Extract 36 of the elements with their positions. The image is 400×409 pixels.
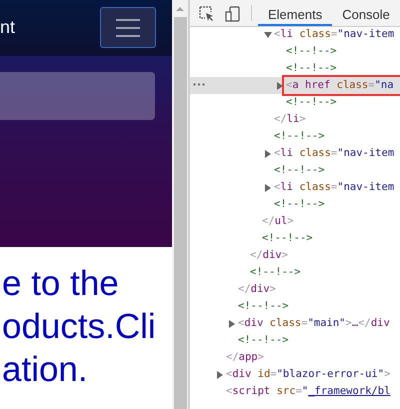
- device-icon[interactable]: [225, 6, 241, 22]
- collapsed-arrow-icon[interactable]: [264, 184, 272, 192]
- dom-comment[interactable]: <!--!-->: [236, 332, 291, 349]
- collapsed-arrow-icon[interactable]: [228, 320, 236, 328]
- brand-text[interactable]: nt: [0, 16, 16, 38]
- dom-comment[interactable]: <!--!-->: [236, 298, 291, 315]
- dom-node[interactable]: </div>: [248, 247, 290, 264]
- collapsed-arrow-icon[interactable]: [216, 370, 224, 379]
- welcome-text: e to the oducts.Cli ation.: [1, 263, 156, 391]
- dom-node[interactable]: </div>: [236, 281, 278, 298]
- menu-toggle-button[interactable]: [100, 7, 156, 48]
- dom-node[interactable]: <li class="nav-item: [272, 145, 396, 162]
- dom-node[interactable]: </ul>: [260, 213, 296, 230]
- dom-comment[interactable]: <!--!-->: [248, 264, 303, 281]
- dom-node[interactable]: <li class="nav-item: [272, 26, 396, 43]
- inspect-icon[interactable]: [199, 6, 215, 22]
- dom-node[interactable]: <li class="nav-item: [272, 179, 396, 196]
- devtools-tab[interactable]: Console: [332, 0, 400, 26]
- dom-comment[interactable]: <!--!-->: [284, 94, 339, 111]
- dom-node[interactable]: <script src="_framework/bl: [224, 383, 392, 400]
- devtools-tab[interactable]: Elements: [258, 0, 332, 26]
- dom-comment[interactable]: <!--!-->: [284, 60, 339, 77]
- dom-comment[interactable]: <!--!-->: [272, 162, 327, 179]
- dom-comment[interactable]: <!--!-->: [260, 230, 315, 247]
- collapsed-arrow-icon[interactable]: [276, 82, 284, 90]
- dom-node[interactable]: </li>: [272, 111, 308, 128]
- collapsed-arrow-icon[interactable]: [264, 150, 272, 158]
- scrollbar[interactable]: [172, 0, 188, 409]
- expanded-arrow-icon[interactable]: [264, 30, 272, 39]
- dom-comment[interactable]: <!--!-->: [272, 128, 327, 145]
- more-icon[interactable]: [193, 83, 205, 86]
- dom-node[interactable]: <div id="blazor-error-ui">: [224, 366, 392, 383]
- dom-comment[interactable]: <!--!-->: [272, 196, 327, 213]
- dom-comment[interactable]: <!--!-->: [284, 43, 339, 60]
- dom-node[interactable]: </app>: [224, 349, 266, 366]
- dom-node[interactable]: <div class="main">…</div: [236, 315, 392, 332]
